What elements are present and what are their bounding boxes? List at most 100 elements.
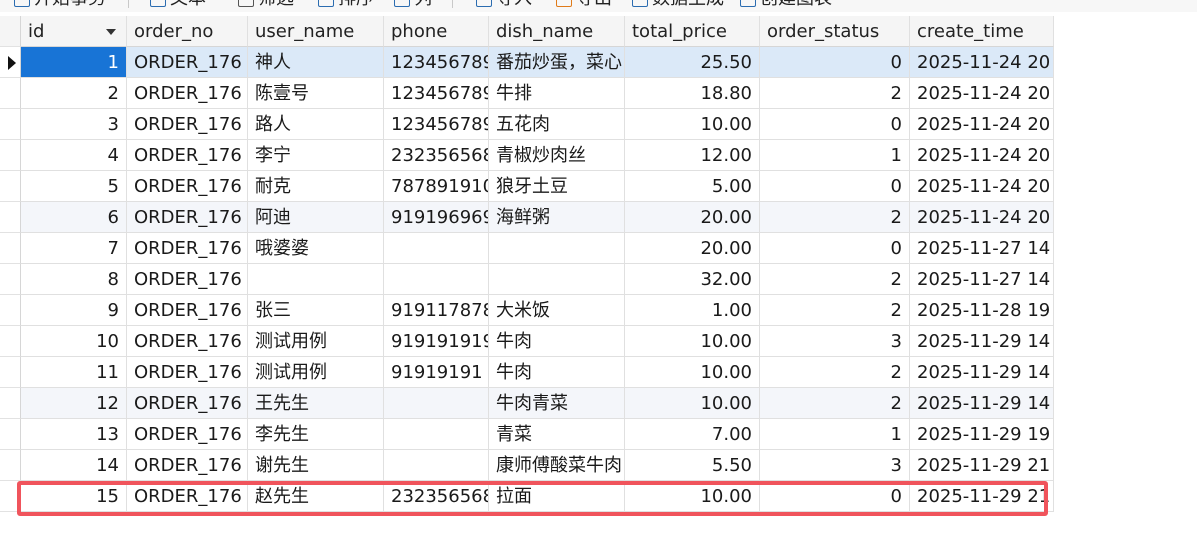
row-header[interactable] <box>0 202 21 233</box>
cell-total-price[interactable]: 18.80 <box>625 78 760 109</box>
cell-dish-name[interactable] <box>489 233 625 264</box>
cell-id[interactable]: 4 <box>21 140 127 171</box>
cell-phone[interactable] <box>384 264 489 295</box>
column-header-id[interactable]: id <box>21 16 127 47</box>
cell-phone[interactable]: 232356568 <box>384 481 489 512</box>
cell-order-status[interactable]: 1 <box>760 140 910 171</box>
cell-create-time[interactable]: 2025-11-24 20 <box>910 109 1054 140</box>
filter-button[interactable]: 筛选 <box>238 0 294 12</box>
cell-order-status[interactable]: 3 <box>760 450 910 481</box>
cell-phone[interactable]: 123456789 <box>384 78 489 109</box>
cell-phone[interactable]: 919117878 <box>384 295 489 326</box>
cell-phone[interactable]: 232356568 <box>384 140 489 171</box>
cell-order-status[interactable]: 0 <box>760 109 910 140</box>
cell-user-name[interactable] <box>248 264 384 295</box>
cell-phone[interactable] <box>384 233 489 264</box>
column-header-phone[interactable]: phone <box>384 16 489 47</box>
row-header[interactable] <box>0 140 21 171</box>
cell-order-no[interactable]: ORDER_176 <box>127 78 248 109</box>
cell-id[interactable]: 2 <box>21 78 127 109</box>
cell-dish-name[interactable]: 拉面 <box>489 481 625 512</box>
cell-user-name[interactable]: 哦婆婆 <box>248 233 384 264</box>
cell-dish-name[interactable]: 狼牙土豆 <box>489 171 625 202</box>
cell-user-name[interactable]: 谢先生 <box>248 450 384 481</box>
cell-phone[interactable] <box>384 450 489 481</box>
current-row-indicator[interactable] <box>0 47 21 78</box>
cell-total-price[interactable]: 10.00 <box>625 109 760 140</box>
cell-user-name[interactable]: 测试用例 <box>248 326 384 357</box>
cell-id[interactable]: 13 <box>21 419 127 450</box>
cell-total-price[interactable]: 25.50 <box>625 47 760 78</box>
column-header-order-status[interactable]: order_status <box>760 16 910 47</box>
cell-id[interactable]: 3 <box>21 109 127 140</box>
cell-phone[interactable]: 123456789 <box>384 109 489 140</box>
cell-order-no[interactable]: ORDER_176 <box>127 326 248 357</box>
cell-user-name[interactable]: 陈壹号 <box>248 78 384 109</box>
cell-order-status[interactable]: 0 <box>760 171 910 202</box>
cell-total-price[interactable]: 5.00 <box>625 171 760 202</box>
cell-order-status[interactable]: 0 <box>760 233 910 264</box>
cell-id[interactable]: 5 <box>21 171 127 202</box>
cell-create-time[interactable]: 2025-11-28 19 <box>910 295 1054 326</box>
cell-id[interactable]: 12 <box>21 388 127 419</box>
cell-order-status[interactable]: 2 <box>760 357 910 388</box>
cell-order-status[interactable]: 2 <box>760 78 910 109</box>
cell-total-price[interactable]: 12.00 <box>625 140 760 171</box>
cell-total-price[interactable]: 10.00 <box>625 326 760 357</box>
cell-order-status[interactable]: 0 <box>760 47 910 78</box>
cell-order-no[interactable]: ORDER_176 <box>127 481 248 512</box>
cell-phone[interactable] <box>384 388 489 419</box>
cell-id[interactable]: 9 <box>21 295 127 326</box>
cell-create-time[interactable]: 2025-11-29 21 <box>910 450 1054 481</box>
cell-order-no[interactable]: ORDER_176 <box>127 388 248 419</box>
row-header[interactable] <box>0 295 21 326</box>
row-header[interactable] <box>0 109 21 140</box>
row-header[interactable] <box>0 326 21 357</box>
cell-create-time[interactable]: 2025-11-24 20 <box>910 202 1054 233</box>
cell-create-time[interactable]: 2025-11-29 14 <box>910 357 1054 388</box>
cell-user-name[interactable]: 李先生 <box>248 419 384 450</box>
cell-create-time[interactable]: 2025-11-29 19 <box>910 419 1054 450</box>
cell-create-time[interactable]: 2025-11-24 20 <box>910 171 1054 202</box>
cell-order-status[interactable]: 2 <box>760 388 910 419</box>
cell-dish-name[interactable]: 青菜 <box>489 419 625 450</box>
cell-user-name[interactable]: 赵先生 <box>248 481 384 512</box>
column-header-dish-name[interactable]: dish_name <box>489 16 625 47</box>
export-button[interactable]: 导出 <box>556 0 612 12</box>
cell-id[interactable]: 6 <box>21 202 127 233</box>
cell-order-no[interactable]: ORDER_176 <box>127 202 248 233</box>
import-button[interactable]: 导入 <box>476 0 532 12</box>
cell-dish-name[interactable]: 牛肉 <box>489 326 625 357</box>
cell-user-name[interactable]: 神人 <box>248 47 384 78</box>
cell-order-no[interactable]: ORDER_176 <box>127 357 248 388</box>
cell-order-no[interactable]: ORDER_176 <box>127 109 248 140</box>
cell-phone[interactable]: 91919191 <box>384 357 489 388</box>
columns-button[interactable]: 列 <box>394 0 432 12</box>
cell-create-time[interactable]: 2025-11-24 20 <box>910 140 1054 171</box>
cell-dish-name[interactable]: 牛肉青菜 <box>489 388 625 419</box>
cell-order-no[interactable]: ORDER_176 <box>127 140 248 171</box>
cell-create-time[interactable]: 2025-11-29 14 <box>910 326 1054 357</box>
cell-phone[interactable] <box>384 419 489 450</box>
row-header[interactable] <box>0 357 21 388</box>
row-header[interactable] <box>0 450 21 481</box>
row-header[interactable] <box>0 481 21 512</box>
cell-total-price[interactable]: 5.50 <box>625 450 760 481</box>
cell-total-price[interactable]: 20.00 <box>625 233 760 264</box>
cell-order-no[interactable]: ORDER_176 <box>127 233 248 264</box>
sort-button[interactable]: 排序 <box>318 0 374 12</box>
create-chart-button[interactable]: 创建图表 <box>740 0 832 12</box>
cell-order-no[interactable]: ORDER_176 <box>127 450 248 481</box>
cell-dish-name[interactable]: 大米饭 <box>489 295 625 326</box>
cell-user-name[interactable]: 耐克 <box>248 171 384 202</box>
begin-transaction-button[interactable]: 开始事务 <box>14 0 106 12</box>
cell-create-time[interactable]: 2025-11-29 14 <box>910 388 1054 419</box>
cell-create-time[interactable]: 2025-11-27 14 <box>910 233 1054 264</box>
cell-create-time[interactable]: 2025-11-24 20 <box>910 78 1054 109</box>
cell-user-name[interactable]: 李宁 <box>248 140 384 171</box>
cell-dish-name[interactable] <box>489 264 625 295</box>
row-header[interactable] <box>0 78 21 109</box>
cell-total-price[interactable]: 7.00 <box>625 419 760 450</box>
cell-dish-name[interactable]: 五花肉 <box>489 109 625 140</box>
cell-total-price[interactable]: 32.00 <box>625 264 760 295</box>
